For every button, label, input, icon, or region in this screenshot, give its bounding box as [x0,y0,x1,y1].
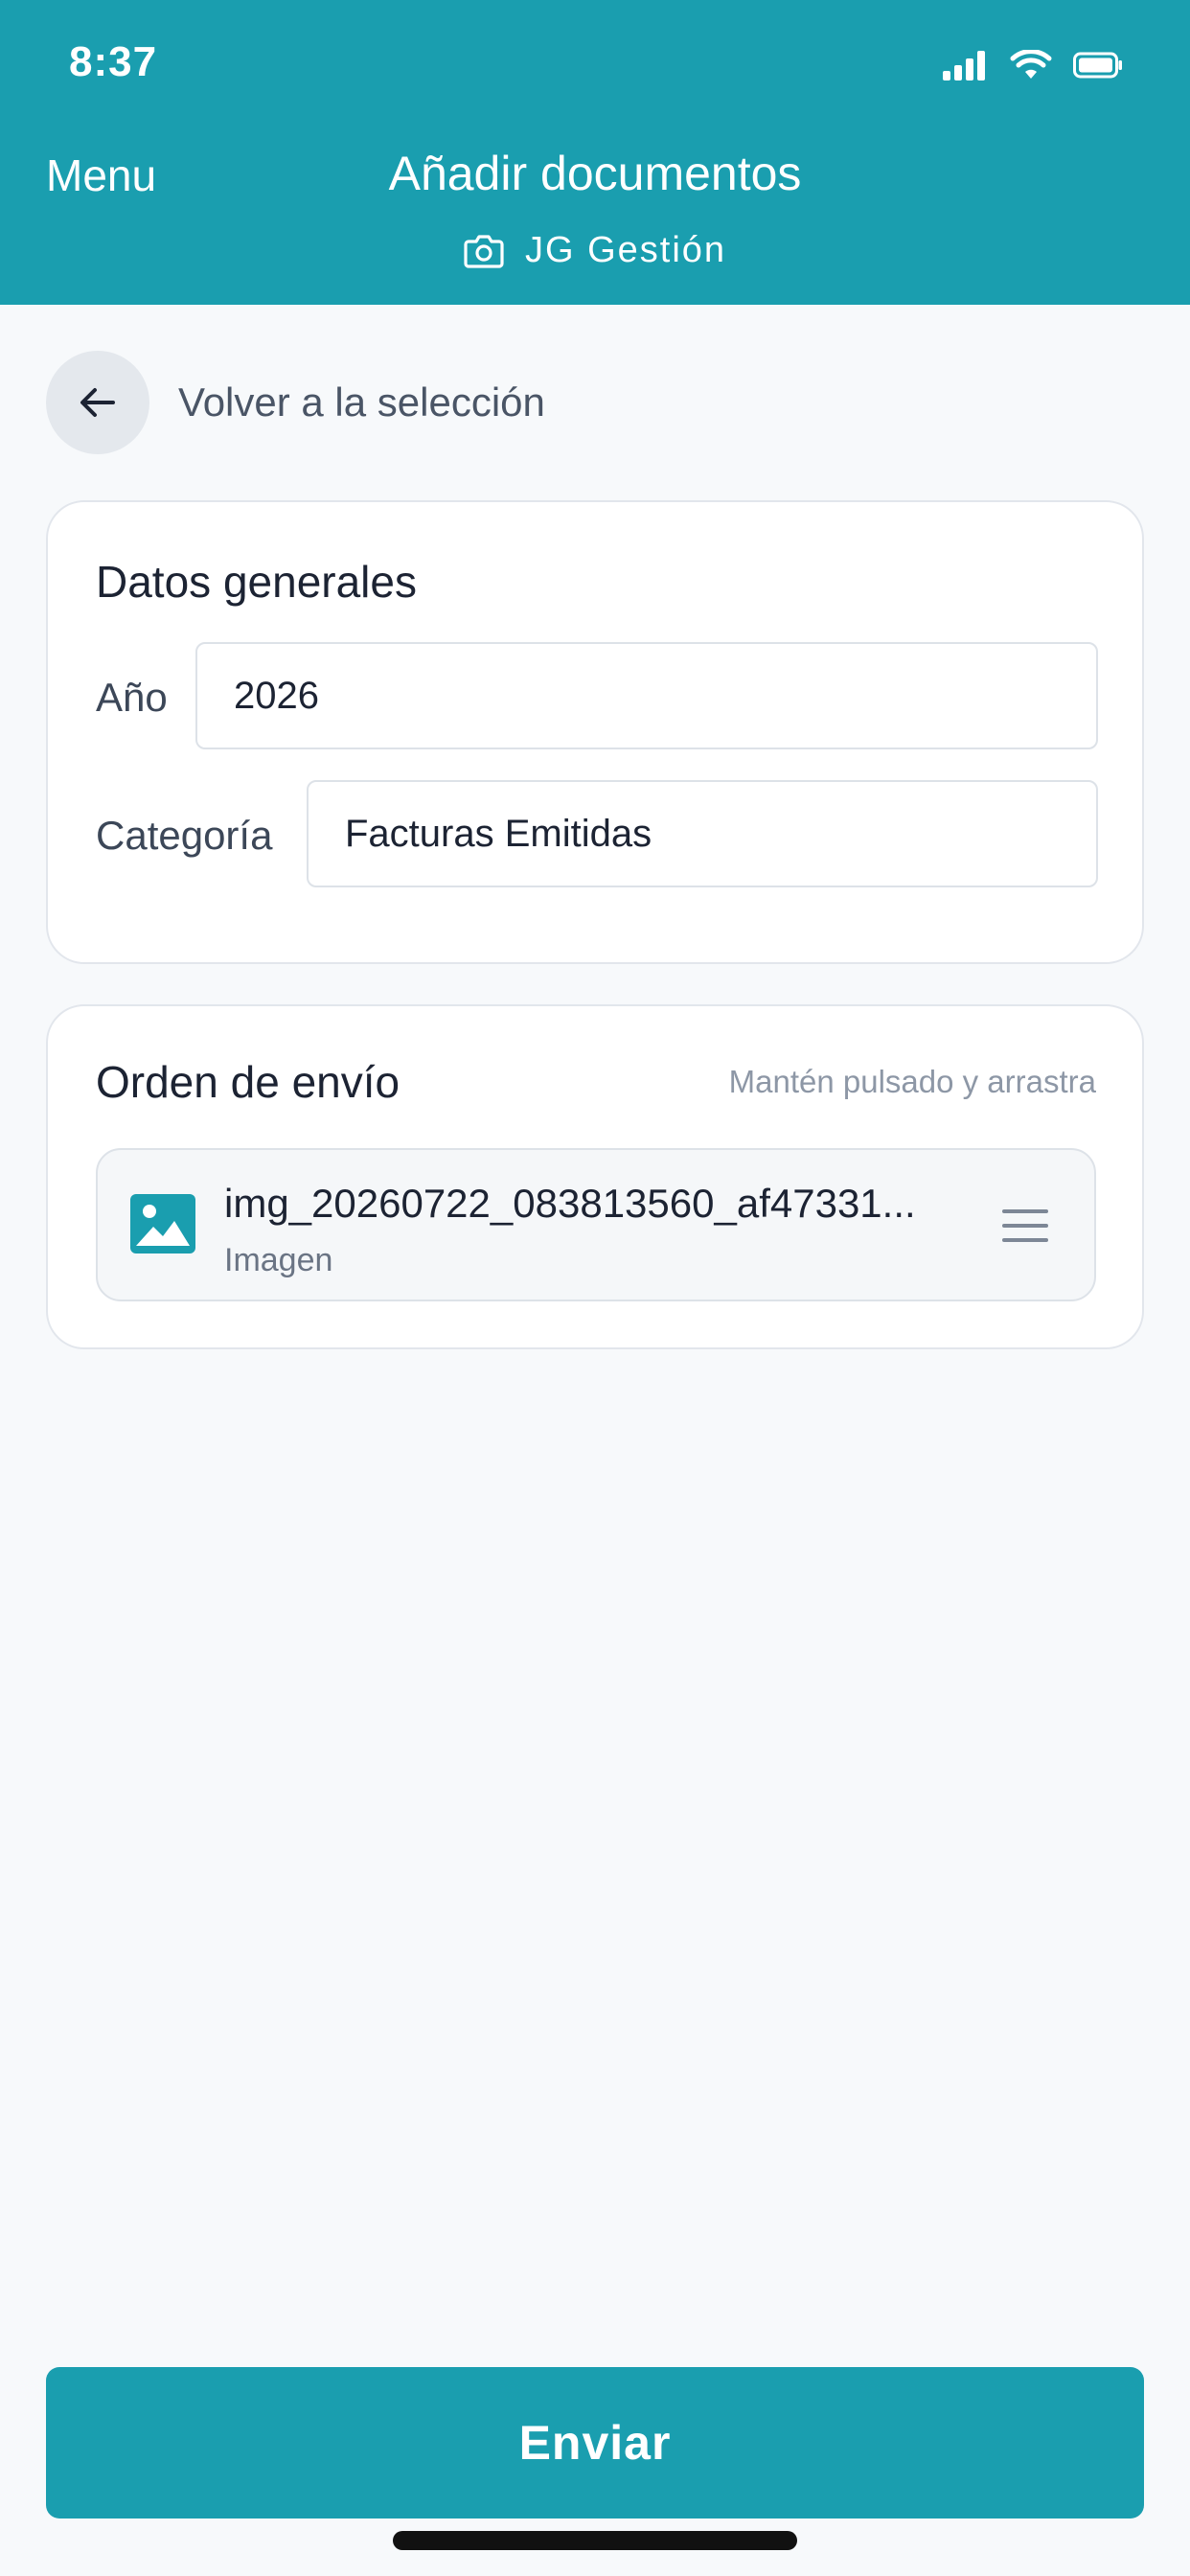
general-data-card: Datos generales Año 2026 Categoría Factu… [46,500,1144,964]
home-indicator [393,2531,797,2550]
page-title: Añadir documentos [388,147,802,200]
status-icons [943,46,1123,84]
back-button[interactable] [46,351,149,454]
year-field[interactable]: 2026 [195,642,1098,749]
status-time: 8:37 [69,38,158,85]
document-type: Imagen [224,1242,333,1278]
back-row[interactable]: Volver a la selección [46,351,545,454]
year-label: Año [96,675,168,720]
send-button[interactable]: Enviar [46,2367,1144,2518]
category-label: Categoría [96,813,273,858]
header-subtitle: JG Gestión [0,230,1190,271]
screen: 8:37 Menu Añadir documentos JG Gestión V… [0,0,1190,2576]
image-icon [130,1194,195,1254]
arrow-left-icon [80,388,115,417]
general-data-title: Datos generales [96,557,417,607]
category-field[interactable]: Facturas Emitidas [307,780,1098,887]
wifi-icon [1010,50,1052,79]
send-order-title: Orden de envío [96,1057,400,1107]
document-list-item[interactable]: img_20260722_083813560_af47331... Imagen [96,1148,1096,1301]
camera-icon [464,234,504,268]
battery-icon [1073,52,1122,79]
back-label[interactable]: Volver a la selección [178,380,545,426]
cellular-signal-icon [943,51,985,80]
company-name: JG Gestión [524,230,727,270]
reorder-hint: Mantén pulsado y arrastra [728,1064,1096,1099]
document-name: img_20260722_083813560_af47331... [224,1181,916,1226]
drag-handle-icon[interactable] [1002,1209,1048,1242]
send-order-card: Orden de envío Mantén pulsado y arrastra… [46,1004,1144,1349]
header-bar: 8:37 Menu Añadir documentos JG Gestión [0,0,1190,305]
